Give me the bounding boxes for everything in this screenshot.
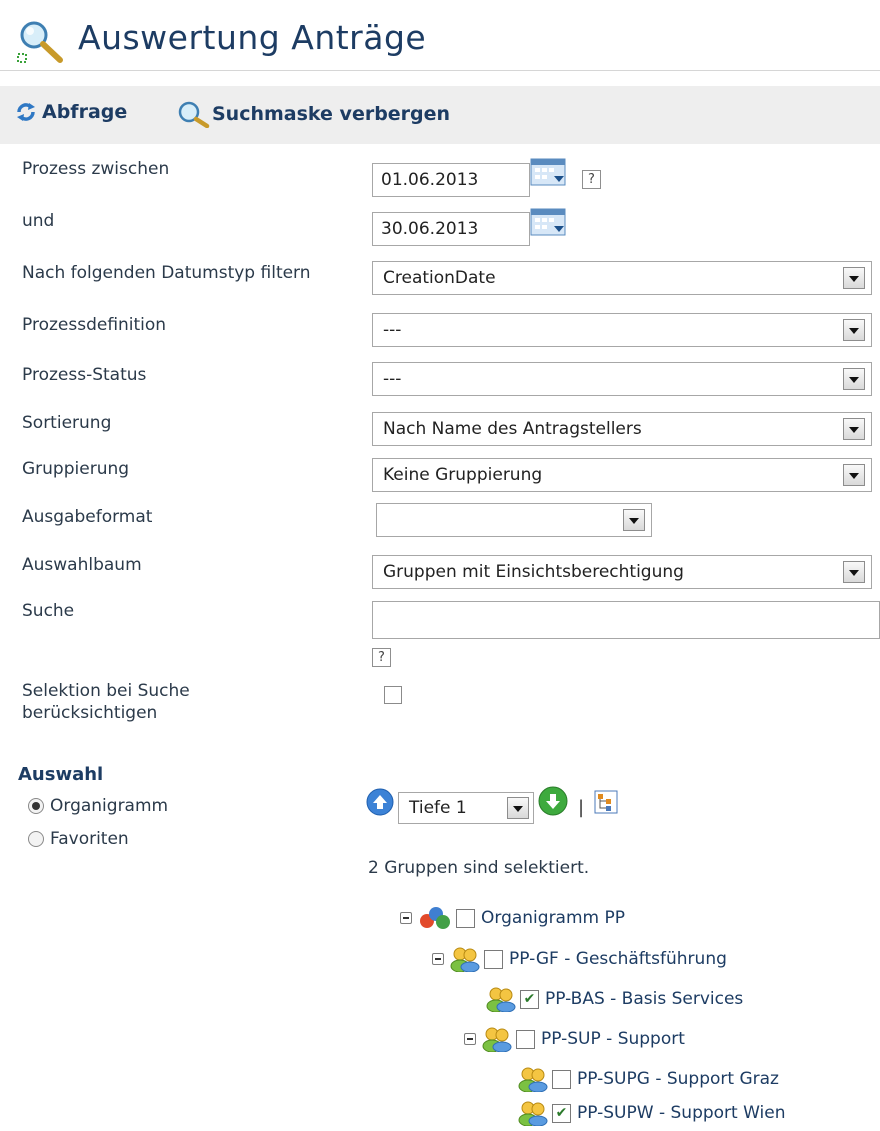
- chevron-down-icon: [843, 561, 865, 583]
- date-from-input[interactable]: 01.06.2013: [372, 163, 530, 197]
- query-label: Abfrage: [42, 101, 128, 123]
- date-type-select[interactable]: CreationDate: [372, 261, 872, 295]
- title-divider: [0, 70, 880, 71]
- date-type-value: CreationDate: [383, 268, 496, 288]
- collapse-icon[interactable]: [432, 953, 444, 965]
- tree-checkbox[interactable]: ✔: [520, 989, 539, 1009]
- org-chart-icon: [418, 906, 452, 930]
- group-icon: [518, 1100, 548, 1127]
- tree-source-select[interactable]: Gruppen mit Einsichtsberechtigung: [372, 555, 872, 589]
- date-type-label: Nach folgenden Datumstyp filtern: [22, 263, 311, 283]
- calendar-icon[interactable]: [530, 158, 566, 190]
- tree-node-label: PP-SUPW - Support Wien: [577, 1103, 786, 1123]
- depth-select[interactable]: Tiefe 1: [398, 792, 534, 824]
- collapse-icon[interactable]: [464, 1033, 476, 1045]
- date-to-input[interactable]: 30.06.2013: [372, 212, 530, 246]
- group-icon: [518, 1066, 548, 1093]
- group-icon: [486, 986, 516, 1013]
- sort-value: Nach Name des Antragstellers: [383, 419, 642, 439]
- depth-value: Tiefe 1: [409, 798, 467, 818]
- group-icon: [482, 1026, 512, 1053]
- separator: |: [578, 797, 585, 818]
- output-format-label: Ausgabeformat: [22, 507, 153, 527]
- tree-node-label: PP-SUPG - Support Graz: [577, 1069, 779, 1089]
- grouping-select[interactable]: Keine Gruppierung: [372, 458, 872, 492]
- search-label: Suche: [22, 601, 75, 621]
- consider-selection-checkbox[interactable]: [384, 686, 402, 704]
- tree-node-label: PP-BAS - Basis Services: [545, 989, 744, 1009]
- group-icon: [450, 946, 480, 973]
- chevron-down-icon: [507, 797, 529, 819]
- radio-favorites-label: Favoriten: [50, 829, 129, 849]
- tree-view-icon[interactable]: [594, 790, 618, 818]
- page-title: Auswertung Anträge: [78, 18, 427, 57]
- tree-node: ✔ PP-SUPW - Support Wien: [518, 1100, 786, 1127]
- chevron-down-icon: [843, 418, 865, 440]
- process-definition-value: ---: [383, 320, 402, 340]
- tree-node-label: PP-SUP - Support: [541, 1029, 685, 1049]
- depth-down-icon[interactable]: [538, 786, 568, 820]
- tree-source-label: Auswahlbaum: [22, 555, 142, 575]
- tree-checkbox[interactable]: ✔: [552, 1103, 571, 1123]
- process-definition-select[interactable]: ---: [372, 313, 872, 347]
- chevron-down-icon: [623, 509, 645, 531]
- calendar-icon[interactable]: [530, 208, 566, 240]
- tree-checkbox[interactable]: [516, 1029, 535, 1049]
- tree-node: Organigramm PP: [400, 906, 625, 930]
- radio-button[interactable]: [28, 831, 44, 847]
- refresh-icon: [14, 100, 38, 124]
- grouping-value: Keine Gruppierung: [383, 465, 543, 485]
- tree-node-label: Organigramm PP: [481, 908, 626, 928]
- tree-node: PP-SUP - Support: [464, 1026, 685, 1053]
- tree-checkbox[interactable]: [456, 908, 475, 928]
- hide-search-label: Suchmaske verbergen: [212, 103, 451, 125]
- radio-organigram[interactable]: Organigramm: [28, 796, 168, 816]
- collapse-icon[interactable]: [400, 912, 412, 924]
- query-button[interactable]: Abfrage: [14, 100, 127, 124]
- process-status-label: Prozess-Status: [22, 365, 147, 385]
- depth-up-icon[interactable]: [366, 788, 394, 820]
- help-icon[interactable]: ?: [582, 170, 601, 189]
- hide-search-button[interactable]: Suchmaske verbergen: [176, 100, 451, 129]
- sort-select[interactable]: Nach Name des Antragstellers: [372, 412, 872, 446]
- and-label: und: [22, 211, 55, 231]
- tree-source-value: Gruppen mit Einsichtsberechtigung: [383, 562, 684, 582]
- chevron-down-icon: [843, 319, 865, 341]
- tree-node: PP-SUPG - Support Graz: [518, 1066, 779, 1093]
- title-search-icon: [16, 18, 68, 64]
- process-status-select[interactable]: ---: [372, 362, 872, 396]
- radio-favorites[interactable]: Favoriten: [28, 829, 129, 849]
- chevron-down-icon: [843, 368, 865, 390]
- tree-node: ✔ PP-BAS - Basis Services: [486, 986, 744, 1013]
- radio-organigram-label: Organigramm: [50, 796, 169, 816]
- chevron-down-icon: [843, 267, 865, 289]
- selected-info-text: 2 Gruppen sind selektiert.: [368, 858, 590, 878]
- help-icon[interactable]: ?: [372, 648, 391, 667]
- process-between-label: Prozess zwischen: [22, 159, 170, 179]
- output-format-select[interactable]: [376, 503, 652, 537]
- tree-node-label: PP-GF - Geschäftsführung: [509, 949, 727, 969]
- search-input[interactable]: [372, 601, 880, 639]
- magnifier-icon: [176, 100, 210, 129]
- consider-selection-label: Selektion bei Suche berücksichtigen: [22, 681, 190, 723]
- sort-label: Sortierung: [22, 413, 112, 433]
- selection-heading: Auswahl: [18, 764, 104, 785]
- process-status-value: ---: [383, 369, 402, 389]
- tree-node: PP-GF - Geschäftsführung: [432, 946, 727, 973]
- tree-checkbox[interactable]: [484, 949, 503, 969]
- tree-checkbox[interactable]: [552, 1069, 571, 1089]
- radio-button[interactable]: [28, 798, 44, 814]
- grouping-label: Gruppierung: [22, 459, 130, 479]
- process-definition-label: Prozessdefinition: [22, 315, 167, 335]
- chevron-down-icon: [843, 464, 865, 486]
- toolbar: Abfrage Suchmaske verbergen: [0, 86, 880, 144]
